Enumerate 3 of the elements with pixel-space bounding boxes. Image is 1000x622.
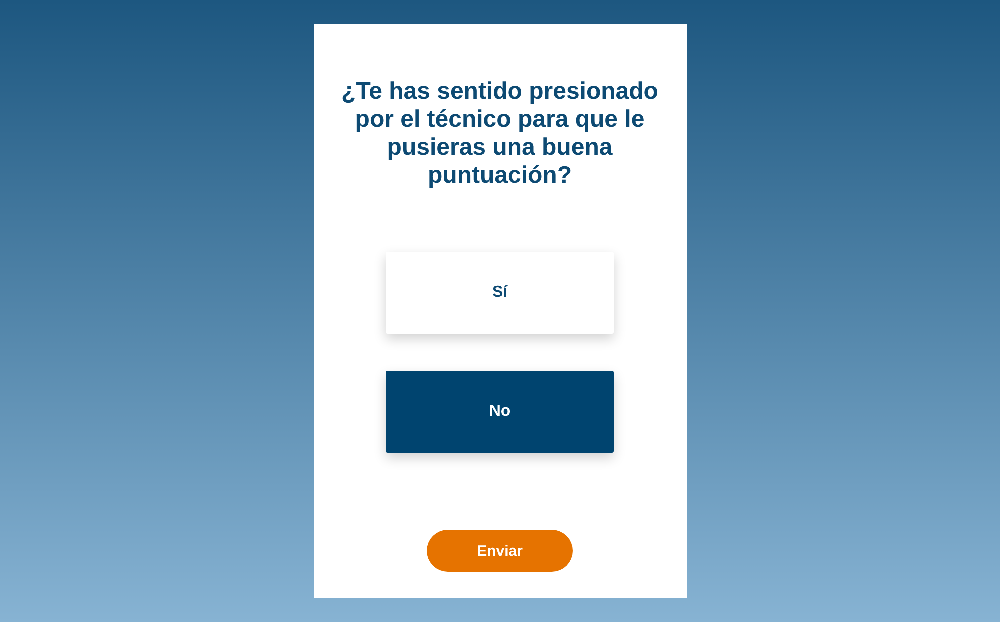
question-text: ¿Te has sentido presionado por el técnico para que le pusieras una buena puntuación? bbox=[340, 78, 660, 190]
answer-option[interactable]: No bbox=[386, 371, 614, 453]
answer-option[interactable]: Sí bbox=[386, 252, 614, 334]
